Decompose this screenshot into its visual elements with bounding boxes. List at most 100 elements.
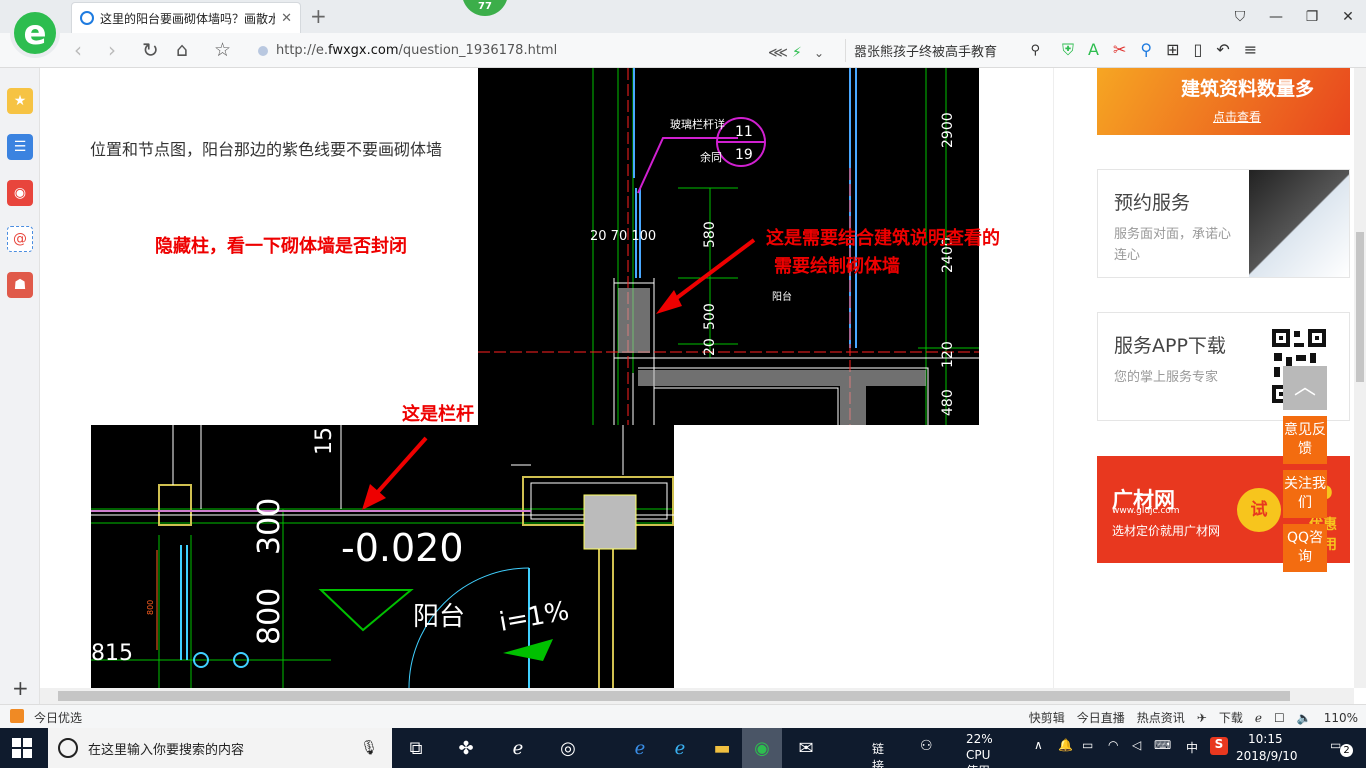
zoom-level[interactable]: 110%: [1324, 711, 1358, 725]
pin-icon[interactable]: ✈: [1197, 711, 1207, 725]
volume-icon[interactable]: 🔈: [1297, 711, 1312, 725]
dim-2900: 2900: [940, 112, 956, 148]
banner2-try-button[interactable]: 试: [1237, 488, 1281, 532]
lightning-icon[interactable]: ⚡: [792, 42, 802, 64]
battery-icon[interactable]: ▭: [1082, 738, 1093, 752]
dim-580: 580: [702, 221, 718, 248]
chevron-down-icon[interactable]: ⌄: [814, 42, 824, 64]
apps-grid-icon[interactable]: ⊞: [1166, 39, 1179, 61]
volume-tray-icon[interactable]: ◁: [1132, 738, 1141, 752]
browser-logo[interactable]: e: [10, 8, 60, 58]
annotation-hidden-column: 隐藏柱，看一下砌体墙是否封闭: [155, 236, 407, 257]
sogou-icon[interactable]: S: [1210, 737, 1228, 755]
back-to-top-icon[interactable]: ︿: [1283, 366, 1327, 410]
feedback-button[interactable]: 意见反馈: [1283, 416, 1327, 464]
swirl-app-icon[interactable]: ◎: [548, 728, 588, 768]
vertical-scroll-thumb[interactable]: [1356, 232, 1364, 382]
annotation-building-line2: 需要绘制砌体墙: [774, 256, 900, 277]
close-window-icon[interactable]: ✕: [1330, 0, 1366, 33]
gift-icon[interactable]: [10, 709, 24, 723]
notification-badge[interactable]: 77: [462, 0, 508, 16]
menu-icon[interactable]: ≡: [1244, 39, 1257, 61]
wifi-icon[interactable]: ◠: [1108, 738, 1118, 752]
vertical-scrollbar[interactable]: [1354, 68, 1366, 688]
microphone-icon[interactable]: 🎙: [360, 740, 378, 756]
add-sidebar-icon[interactable]: +: [12, 676, 29, 700]
magnifier-icon[interactable]: ⚲: [1140, 39, 1152, 61]
forward-icon[interactable]: ›: [108, 39, 116, 61]
taskbar-search-placeholder[interactable]: 在这里输入你要搜索的内容: [88, 739, 244, 758]
quick-edit-item[interactable]: 快剪辑: [1029, 709, 1065, 726]
address-bar[interactable]: http://e.fwxgx.com/question_1936178.html: [258, 39, 833, 62]
refresh-icon[interactable]: ↻: [142, 39, 159, 61]
dim-15: 15: [312, 427, 337, 455]
close-tab-icon[interactable]: ✕: [281, 11, 292, 26]
ie-icon[interactable]: ℯ: [1255, 711, 1262, 725]
banner1-link[interactable]: 点击查看: [1213, 108, 1261, 125]
new-tab-icon[interactable]: +: [310, 4, 327, 28]
edge-app-icon[interactable]: ℯ: [620, 728, 660, 768]
undo-icon[interactable]: ↶: [1216, 39, 1229, 61]
scissors-icon[interactable]: ✂: [1113, 39, 1126, 61]
share-icon[interactable]: ⋘: [768, 42, 788, 64]
browser-window: 这里的阳台要画砌体墙吗？画散水 ✕ + 77 ⛉ — ❐ ✕ e ‹ › ↻ ⌂…: [0, 0, 1366, 768]
restore-icon[interactable]: ❐: [1294, 0, 1330, 33]
bookmark-star-icon[interactable]: ☆: [214, 39, 231, 61]
search-query[interactable]: 嚣张熊孩子终被高手教育: [854, 41, 997, 60]
ime-indicator[interactable]: 中: [1186, 739, 1198, 756]
room-label-bottom: 阳台: [413, 602, 465, 632]
home-icon[interactable]: ⌂: [176, 39, 188, 61]
shield-icon[interactable]: ⛨: [1062, 39, 1074, 61]
shirt-icon[interactable]: ⛉: [1222, 0, 1258, 33]
people-icon[interactable]: ⚇: [920, 738, 933, 754]
room-label-top: 阳台: [772, 290, 792, 303]
clock-time[interactable]: 10:15: [1248, 732, 1283, 746]
dim-500: 500: [702, 303, 718, 330]
ie-app-icon[interactable]: ℯ: [660, 728, 700, 768]
keyboard-icon[interactable]: ⌨: [1154, 738, 1171, 752]
bell-icon[interactable]: 🔔: [1058, 738, 1073, 752]
search-box[interactable]: 嚣张熊孩子终被高手教育 ⚲: [845, 39, 1040, 62]
favorites-star-icon[interactable]: ★: [7, 88, 33, 114]
pinwheel-app-icon[interactable]: ✤: [446, 728, 486, 768]
qq-consult-button[interactable]: QQ咨询: [1283, 524, 1327, 572]
email-icon[interactable]: @: [7, 226, 33, 252]
clock-date[interactable]: 2018/9/10: [1236, 749, 1298, 763]
url-text[interactable]: http://e.fwxgx.com/question_1936178.html: [276, 43, 557, 58]
taskbar-search[interactable]: 在这里输入你要搜索的内容 🎙: [48, 728, 392, 768]
ad-banner-materials[interactable]: 建筑资料数量多 点击查看: [1097, 68, 1350, 135]
cortana-icon[interactable]: [58, 738, 78, 758]
column-divider: [1053, 68, 1054, 688]
minimize-icon[interactable]: —: [1258, 0, 1294, 33]
elevation-label: -0.020: [341, 526, 464, 570]
horizontal-scroll-thumb[interactable]: [58, 691, 1290, 701]
live-item[interactable]: 今日直播: [1077, 709, 1125, 726]
horizontal-scrollbar[interactable]: [40, 688, 1354, 704]
file-explorer-icon[interactable]: ▬: [702, 728, 742, 768]
browser-tab[interactable]: 这里的阳台要画砌体墙吗？画散水 ✕: [71, 2, 301, 33]
hot-news-item[interactable]: 热点资讯: [1137, 709, 1185, 726]
today-picks[interactable]: 今日优选: [34, 709, 82, 726]
360-browser-icon[interactable]: ◉: [742, 728, 782, 768]
back-icon[interactable]: ‹: [74, 39, 82, 61]
edge-browser-icon[interactable]: ℯ: [498, 728, 538, 768]
mail-icon[interactable]: ✉: [786, 728, 826, 768]
translate-icon[interactable]: A: [1088, 39, 1099, 61]
search-icon[interactable]: ⚲: [1030, 43, 1040, 58]
game-robot-icon[interactable]: ☗: [7, 272, 33, 298]
weibo-icon[interactable]: ◉: [7, 180, 33, 206]
reader-list-icon[interactable]: ☰: [7, 134, 33, 160]
download-item[interactable]: 下载: [1219, 709, 1243, 726]
follow-us-button[interactable]: 关注我们: [1283, 470, 1327, 518]
service-card[interactable]: 预约服务 服务面对面，承诺心连心: [1097, 169, 1350, 278]
link-label[interactable]: 链接: [872, 740, 884, 768]
page-favicon-icon: [80, 11, 94, 25]
tab-title: 这里的阳台要画砌体墙吗？画散水: [100, 11, 276, 26]
task-view-icon[interactable]: ⧉: [396, 728, 436, 768]
tray-chevron-icon[interactable]: ∧: [1034, 738, 1043, 752]
cpu-label: CPU使用: [966, 748, 991, 768]
windows-start-icon[interactable]: [12, 738, 32, 758]
handshake-image: [1249, 170, 1349, 277]
phone-icon[interactable]: ▯: [1194, 39, 1203, 61]
window-icon[interactable]: ☐: [1274, 711, 1285, 725]
